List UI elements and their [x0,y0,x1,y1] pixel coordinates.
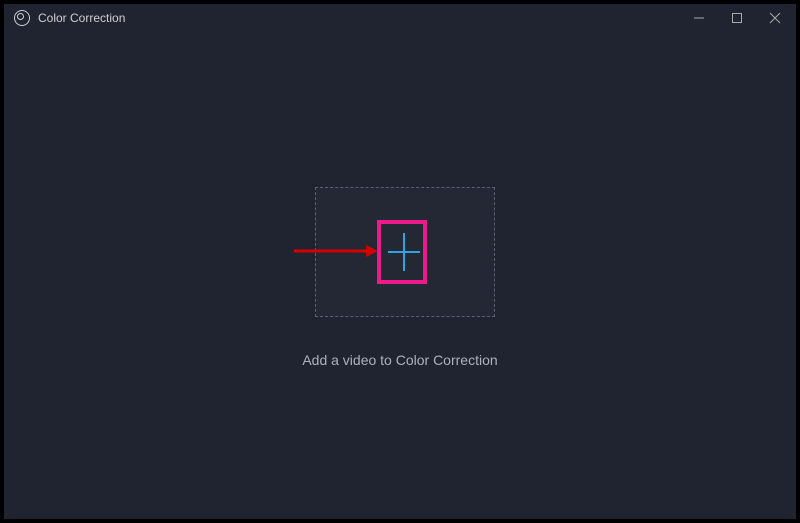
app-window: Color Correction [4,4,796,519]
add-video-dropzone[interactable] [315,187,495,317]
app-logo-icon [14,10,30,26]
close-button[interactable] [758,6,792,30]
window-controls [682,6,792,30]
maximize-icon [731,12,743,24]
maximize-button[interactable] [720,6,754,30]
minimize-icon [693,12,705,24]
close-icon [769,12,781,24]
content-area: Add a video to Color Correction [4,32,796,519]
add-video-caption: Add a video to Color Correction [4,352,796,368]
window-title: Color Correction [38,11,125,25]
titlebar: Color Correction [4,4,796,32]
minimize-button[interactable] [682,6,716,30]
